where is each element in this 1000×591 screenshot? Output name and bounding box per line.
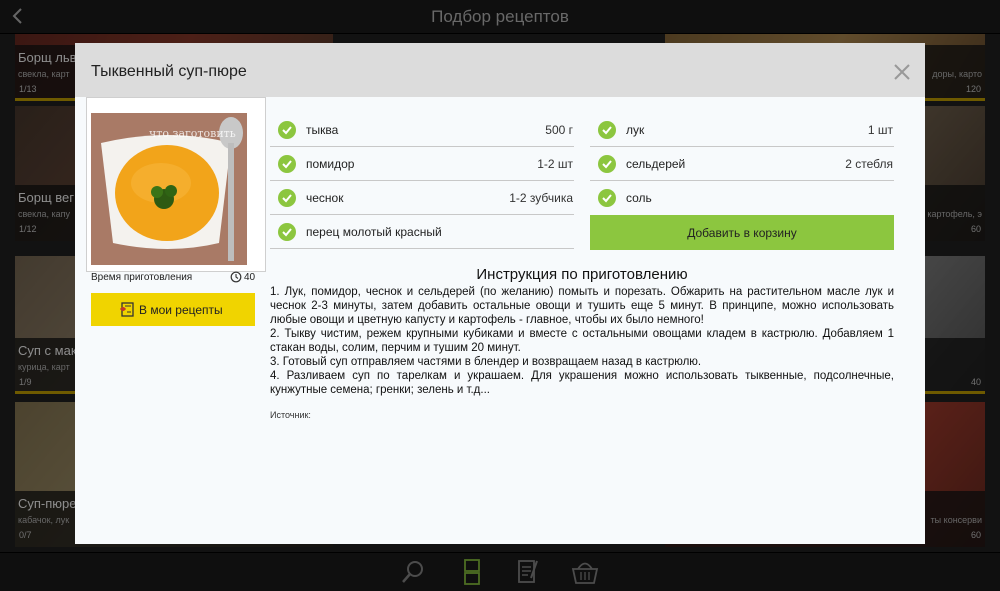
ingredient-row[interactable]: соль [590,181,894,215]
recipe-dialog: Тыквенный суп-пюре что заготовить Время … [75,43,925,544]
add-to-my-recipes-button[interactable]: В мои рецепты [91,293,255,326]
ingredient-name: чеснок [306,191,344,205]
instructions-text: 1. Лук, помидор, чеснок и сельдерей (по … [270,285,894,397]
ingredient-qty: 1-2 шт [537,157,573,171]
instruction-step: 2. Тыкву чистим, режем крупными кубиками… [270,328,894,354]
check-icon [278,189,296,207]
recipe-photo-frame: что заготовить [86,97,266,272]
cooking-time-value: 40 [244,272,256,283]
check-icon [278,121,296,139]
ingredient-row[interactable]: помидор 1-2 шт [270,147,574,181]
ingredient-qty: 2 стебля [845,157,893,171]
ingredient-row[interactable]: перец молотый красный [270,215,574,249]
instructions-title: Инструкция по приготовлению [476,266,688,283]
ingredient-name: сельдерей [626,157,686,171]
check-icon [598,121,616,139]
ingredient-name: лук [626,123,645,137]
ingredient-row[interactable]: лук 1 шт [590,113,894,147]
check-icon [598,189,616,207]
ingredient-qty: 500 г [545,123,573,137]
instruction-step: 1. Лук, помидор, чеснок и сельдерей (по … [270,286,894,326]
ingredient-name: соль [626,191,652,205]
recipe-book-icon [120,302,134,317]
source-label: Источник: [270,410,311,420]
photo-watermark: что заготовить [149,127,236,140]
cooking-time-label: Время приготовления [91,272,193,283]
recipe-photo: что заготовить [91,113,247,265]
check-icon [598,155,616,173]
ingredient-qty: 1-2 зубчика [509,191,573,205]
recipe-title: Тыквенный суп-пюре [91,63,247,80]
timer-icon [230,271,242,283]
instruction-step: 4. Разливаем суп по тарелкам и украшаем.… [270,370,894,396]
ingredient-name: помидор [306,157,355,171]
ingredient-row[interactable]: чеснок 1-2 зубчика [270,181,574,215]
dialog-header: Тыквенный суп-пюре [75,43,925,97]
instruction-step: 3. Готовый суп отправляем частями в блен… [270,356,702,368]
ingredient-row[interactable]: сельдерей 2 стебля [590,147,894,181]
add-to-my-recipes-label: В мои рецепты [139,303,223,317]
check-icon [278,155,296,173]
ingredient-row[interactable]: тыква 500 г [270,113,574,147]
ingredient-name: перец молотый красный [306,225,442,239]
ingredient-qty: 1 шт [867,123,893,137]
check-icon [278,223,296,241]
close-icon[interactable] [893,63,911,81]
add-to-cart-button[interactable]: Добавить в корзину [590,215,894,250]
ingredient-name: тыква [306,123,339,137]
